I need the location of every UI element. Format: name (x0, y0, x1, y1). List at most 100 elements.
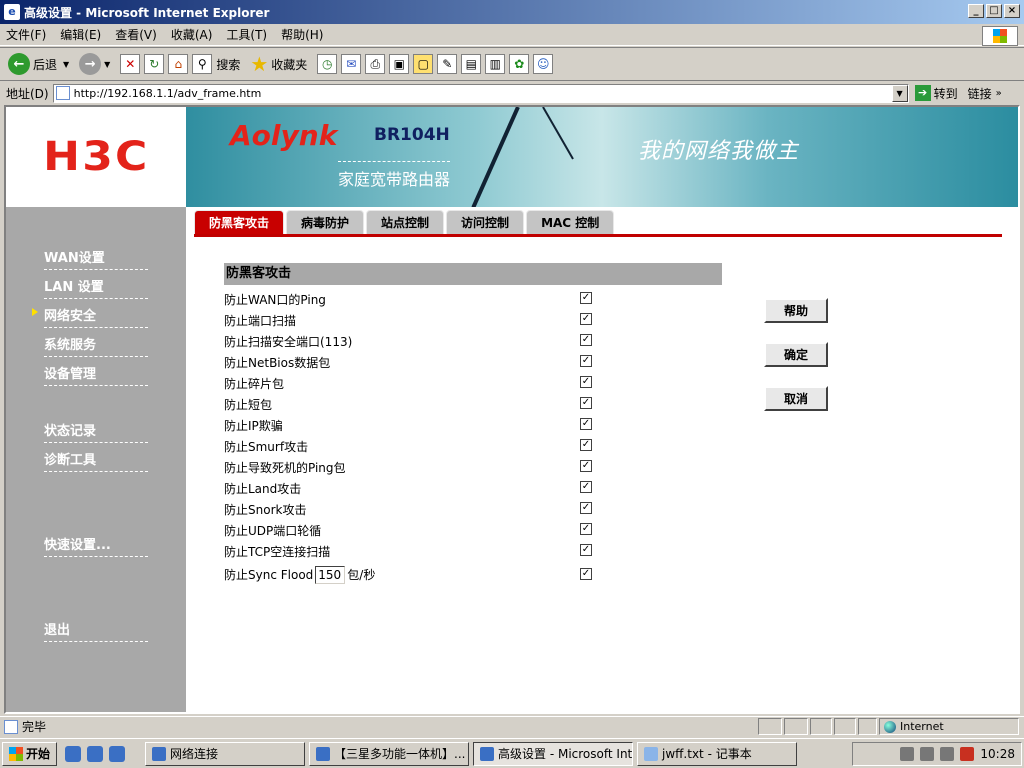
tab-mac-control[interactable]: MAC 控制 (526, 210, 615, 234)
network-tray-icon[interactable] (940, 747, 955, 761)
tab-access-control[interactable]: 访问控制 (446, 210, 525, 234)
task-notepad[interactable]: jwff.txt - 记事本 (637, 741, 798, 766)
status-segment (810, 718, 832, 735)
checkbox[interactable]: ✓ (580, 502, 592, 514)
menu-tools[interactable]: 工具(T) (226, 26, 267, 43)
banner-decoration (542, 107, 574, 160)
note-icon[interactable]: ▢ (413, 54, 434, 74)
checkbox[interactable]: ✓ (580, 481, 592, 493)
menu-help[interactable]: 帮助(H) (281, 26, 323, 43)
stop-icon[interactable]: ✕ (120, 54, 141, 74)
option-row: 防止Land攻击 ✓ (224, 481, 592, 496)
checkbox[interactable]: ✓ (580, 418, 592, 430)
address-dropdown-icon[interactable]: ▼ (891, 84, 908, 102)
refresh-icon[interactable]: ↻ (144, 54, 165, 74)
nav-diagnostics[interactable]: 诊断工具 (44, 449, 148, 472)
forward-dropdown-icon[interactable]: ▼ (104, 60, 110, 69)
favorites-button[interactable]: ★ 收藏夹 (250, 52, 307, 76)
system-tray: 10:28 (852, 742, 1022, 766)
search-button[interactable]: ⚲ 搜索 (192, 54, 240, 74)
checkbox[interactable]: ✓ (580, 523, 592, 535)
help-icon[interactable] (920, 747, 935, 761)
messenger-icon[interactable]: ✎ (437, 54, 458, 74)
explorer-icon[interactable] (87, 745, 104, 762)
nav-wan[interactable]: WAN设置 (44, 247, 148, 270)
nav-logout[interactable]: 退出 (44, 619, 148, 642)
minimize-button[interactable]: _ (968, 4, 984, 18)
mail-icon[interactable]: ✉ (341, 54, 362, 74)
sync-flood-rate-input[interactable]: 150 (315, 565, 346, 584)
status-segment (758, 718, 782, 735)
section-title: 防黑客攻击 (224, 263, 722, 285)
go-button[interactable]: ➔ 转到 (914, 85, 958, 102)
maximize-button[interactable]: □ (986, 4, 1002, 18)
checkbox[interactable]: ✓ (580, 376, 592, 388)
keyboard-icon[interactable] (900, 747, 915, 761)
tab-virus-protection[interactable]: 病毒防护 (286, 210, 365, 234)
users-icon[interactable]: ☺ (533, 54, 554, 74)
page-content: H3C WAN设置 LAN 设置 网络安全 系统服务 设备管理 状态记录 诊断工… (4, 105, 1020, 714)
page-icon (55, 86, 70, 100)
checkbox[interactable]: ✓ (580, 397, 592, 409)
checkbox[interactable]: ✓ (580, 568, 592, 580)
links-button[interactable]: 链接 (968, 85, 992, 102)
edit-icon[interactable]: ▣ (389, 54, 410, 74)
window-title-bar[interactable]: e 高级设置 - Microsoft Internet Explorer _ □… (0, 0, 1024, 24)
forward-button[interactable]: → ▼ (79, 53, 110, 75)
print-icon[interactable]: ⎙ (365, 54, 386, 74)
menu-favorites[interactable]: 收藏(A) (171, 26, 213, 43)
product-model: BR104H (374, 125, 450, 145)
back-dropdown-icon[interactable]: ▼ (63, 60, 69, 69)
checkbox[interactable]: ✓ (580, 544, 592, 556)
menu-file[interactable]: 文件(F) (6, 26, 46, 43)
desktop-icon[interactable] (65, 745, 82, 762)
menu-view[interactable]: 查看(V) (115, 26, 157, 43)
nav-services[interactable]: 系统服务 (44, 334, 148, 357)
checkbox[interactable]: ✓ (580, 460, 592, 472)
nav-log[interactable]: 状态记录 (44, 420, 148, 443)
tab-site-control[interactable]: 站点控制 (366, 210, 445, 234)
nav-security[interactable]: 网络安全 (32, 305, 148, 328)
back-arrow-icon: ← (8, 53, 30, 75)
ie-icon[interactable] (109, 745, 126, 762)
checkbox[interactable]: ✓ (580, 292, 592, 304)
close-button[interactable]: × (1004, 4, 1020, 18)
checkbox[interactable]: ✓ (580, 313, 592, 325)
history-icon[interactable]: ◷ (317, 54, 338, 74)
option-row: 防止TCP空连接扫描 ✓ (224, 544, 592, 559)
back-button[interactable]: ← 后退 ▼ (8, 53, 69, 75)
start-button[interactable]: 开始 (2, 741, 58, 766)
ie-icon: e (4, 4, 20, 20)
h3c-logo: H3C (6, 107, 186, 207)
search-icon: ⚲ (192, 54, 213, 74)
clock[interactable]: 10:28 (980, 747, 1015, 761)
security-tray-icon[interactable] (960, 747, 975, 761)
notepad-icon (644, 746, 659, 761)
help-button[interactable]: 帮助 (764, 298, 828, 323)
research-icon[interactable]: ▤ (461, 54, 482, 74)
task-samsung-window[interactable]: 【三星多功能一体机】... (309, 741, 470, 766)
checkbox[interactable]: ✓ (580, 439, 592, 451)
option-row: 防止Smurf攻击 ✓ (224, 439, 592, 454)
menu-edit[interactable]: 编辑(E) (60, 26, 101, 43)
plugin-icon[interactable]: ✿ (509, 54, 530, 74)
tab-anti-hacker[interactable]: 防黑客攻击 (194, 210, 285, 234)
task-network-connections[interactable]: 网络连接 (145, 741, 306, 766)
nav-device[interactable]: 设备管理 (44, 363, 148, 386)
nav-lan[interactable]: LAN 设置 (44, 276, 148, 299)
security-zone: Internet (879, 718, 1019, 735)
nav-quick-setup[interactable]: 快速设置... (44, 534, 148, 557)
address-bar: 地址(D) http://192.168.1.1/adv_frame.htm ▼… (0, 82, 1024, 104)
checkbox[interactable]: ✓ (580, 334, 592, 346)
cancel-button[interactable]: 取消 (764, 386, 828, 411)
status-bar: 完毕 Internet (0, 716, 1024, 736)
address-input[interactable]: http://192.168.1.1/adv_frame.htm ▼ (52, 83, 909, 103)
globe-icon (884, 720, 896, 733)
tool-icon[interactable]: ▥ (485, 54, 506, 74)
checkbox[interactable]: ✓ (580, 355, 592, 367)
links-chevron-icon[interactable]: » (996, 88, 1002, 99)
home-icon[interactable]: ⌂ (168, 54, 189, 74)
ok-button[interactable]: 确定 (764, 342, 828, 367)
window-title: 高级设置 - Microsoft Internet Explorer (24, 5, 270, 20)
task-advanced-settings[interactable]: 高级设置 - Microsoft Int... (473, 741, 634, 766)
